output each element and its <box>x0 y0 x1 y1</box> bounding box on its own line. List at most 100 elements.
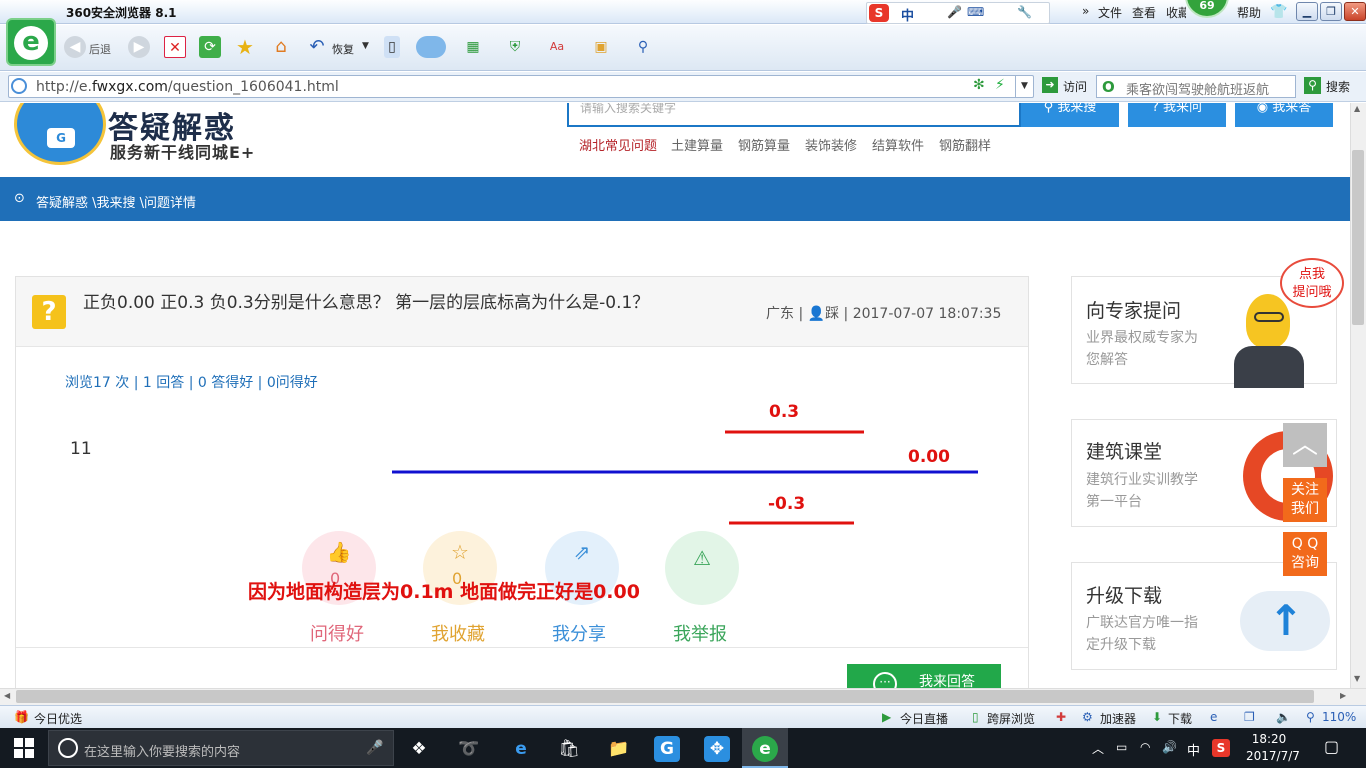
shield-icon[interactable]: ⛨ <box>504 36 526 58</box>
taskbar-clock[interactable]: 18:20 2017/7/7 <box>1246 731 1300 765</box>
zoom-level[interactable]: 110% <box>1322 710 1356 724</box>
share-label[interactable]: 我分享 <box>534 620 624 646</box>
file-explorer-icon[interactable]: 📁 <box>606 736 632 762</box>
address-dropdown-icon[interactable]: ▼ <box>1015 76 1033 97</box>
scroll-down-icon[interactable]: ▼ <box>1354 674 1360 683</box>
menu-view[interactable]: 查看 <box>1132 4 1156 21</box>
minimize-button[interactable]: ▁ <box>1296 2 1318 21</box>
site-search-placeholder[interactable]: 请输入搜索关键字 <box>580 103 676 116</box>
window-icon[interactable]: ❐ <box>1244 710 1255 724</box>
microphone-icon[interactable]: 🎤 <box>366 740 383 756</box>
360-browser-logo[interactable]: e <box>6 18 56 66</box>
cross-screen-link[interactable]: 跨屏浏览 <box>987 710 1035 727</box>
horizontal-scroll-thumb[interactable] <box>16 690 1314 703</box>
answer-nav-button[interactable]: ◉ 我来答 <box>1235 103 1333 127</box>
ask-button[interactable]: ? 我来问 <box>1128 103 1226 127</box>
scroll-right-icon[interactable]: ▶ <box>1340 691 1346 700</box>
back-icon[interactable]: ◀ <box>64 36 86 58</box>
refresh-icon[interactable]: ⟳ <box>199 36 221 58</box>
address-url[interactable]: http://e.fwxgx.com/question_1606041.html <box>36 79 339 95</box>
ask-bubble[interactable]: 点我 提问哦 <box>1280 258 1344 308</box>
scroll-up-icon[interactable]: ▲ <box>1354 104 1360 113</box>
search-icon[interactable]: ⚲ <box>1304 77 1321 94</box>
favorite-label[interactable]: 我收藏 <box>413 620 503 646</box>
menu-file[interactable]: 文件 <box>1098 4 1122 21</box>
ask-expert-title[interactable]: 向专家提问 <box>1086 296 1181 323</box>
notification-center-icon[interactable]: ▢ <box>1324 737 1339 756</box>
visit-arrow-icon[interactable]: ➜ <box>1042 77 1058 93</box>
speaker-icon[interactable]: 🔊 <box>1162 740 1177 754</box>
follow-us-button[interactable]: 关注 我们 <box>1283 478 1327 522</box>
quick-link-hubei[interactable]: 湖北常见问题 <box>579 135 657 154</box>
chevron-down-icon[interactable]: ▼ <box>362 41 369 51</box>
gift-icon[interactable]: 🎁 <box>14 710 29 724</box>
ime-toolbar[interactable]: S 中 🎤 ⌨ 🔧 <box>866 2 1050 24</box>
quick-link-civil[interactable]: 土建算量 <box>671 135 723 154</box>
swirl-app-icon[interactable]: ➰ <box>456 736 482 762</box>
cloud-icon[interactable] <box>416 36 446 58</box>
translate-icon[interactable]: Aa <box>546 36 568 58</box>
favorite-star-icon[interactable]: ★ <box>234 36 256 58</box>
qq-consult-button[interactable]: Q Q 咨询 <box>1283 532 1327 576</box>
battery-icon[interactable]: ▭ <box>1116 740 1127 754</box>
quick-link-settlement[interactable]: 结算软件 <box>872 135 924 154</box>
speed-mode-icon[interactable]: ⚡ <box>995 77 1005 93</box>
maximize-button[interactable]: ❐ <box>1320 2 1342 21</box>
ime-indicator[interactable]: 中 <box>1187 740 1200 759</box>
menu-help[interactable]: 帮助 <box>1237 4 1261 21</box>
vertical-scroll-thumb[interactable] <box>1352 150 1364 325</box>
microphone-icon[interactable]: 🎤 <box>947 5 962 19</box>
scroll-left-icon[interactable]: ◀ <box>4 691 10 700</box>
apps-icon[interactable]: ▦ <box>462 36 484 58</box>
download-link[interactable]: 下载 <box>1168 710 1192 727</box>
magnifier-icon[interactable]: ⚲ <box>632 36 654 58</box>
close-button[interactable]: ✕ <box>1344 2 1366 21</box>
visit-button[interactable]: 访问 <box>1063 78 1087 95</box>
taskbar-search-placeholder[interactable]: 在这里输入你要搜索的内容 <box>84 741 240 760</box>
live-link[interactable]: 今日直播 <box>900 710 948 727</box>
keyboard-icon[interactable]: ⌨ <box>967 5 984 19</box>
quick-link-rebar-layout[interactable]: 钢筋翻样 <box>939 135 991 154</box>
accelerator-icon[interactable]: ⚙ <box>1082 710 1093 724</box>
accelerator-link[interactable]: 加速器 <box>1100 710 1136 727</box>
wrench-icon[interactable]: 🔧 <box>1017 5 1032 19</box>
forward-icon[interactable]: ▶ <box>128 36 150 58</box>
stop-icon[interactable]: ✕ <box>164 36 186 58</box>
zoom-icon[interactable]: ⚲ <box>1306 710 1315 724</box>
back-to-top-button[interactable]: ︿ <box>1283 423 1327 467</box>
course-title[interactable]: 建筑课堂 <box>1086 437 1162 464</box>
screenshot-icon[interactable]: ▣ <box>590 36 612 58</box>
360-browser-task-icon[interactable]: e <box>752 736 778 762</box>
sogou-icon[interactable]: S <box>869 4 889 22</box>
live-icon[interactable]: ▶ <box>882 710 891 724</box>
mobile-icon[interactable]: ▯ <box>384 36 400 58</box>
like-question-label[interactable]: 问得好 <box>292 620 382 646</box>
answer-button[interactable]: ··· 我来回答 <box>847 664 1001 688</box>
search-engine-icon[interactable]: O <box>1102 78 1115 96</box>
menu-chevron-icon[interactable]: » <box>1082 4 1089 18</box>
restore-icon[interactable]: ↶ <box>306 36 328 58</box>
teamviewer-icon[interactable]: ✥ <box>704 736 730 762</box>
back-label[interactable]: 后退 <box>89 41 111 57</box>
ie-icon[interactable]: e <box>1210 710 1217 724</box>
breadcrumb[interactable]: 答疑解惑 \我来搜 \问题详情 <box>36 192 196 211</box>
tray-chevron-icon[interactable]: ︿ <box>1092 740 1104 757</box>
volume-icon[interactable]: 🔈 <box>1276 710 1291 724</box>
glodon-app-icon[interactable]: G <box>654 736 680 762</box>
restore-label[interactable]: 恢复 <box>332 41 354 57</box>
menu-favorites[interactable]: 收藏 <box>1166 4 1186 21</box>
search-button[interactable]: ⚲ 我来搜 <box>1021 103 1119 127</box>
home-icon[interactable]: ⌂ <box>270 36 292 58</box>
ime-mode-label[interactable]: 中 <box>901 5 914 24</box>
plugin-icon[interactable]: ✚ <box>1056 710 1066 724</box>
store-icon[interactable]: 🛍 <box>556 736 582 762</box>
download-title[interactable]: 升级下载 <box>1086 581 1162 608</box>
daily-picks-link[interactable]: 今日优选 <box>34 710 82 727</box>
question-user[interactable]: 踩 <box>825 306 839 322</box>
browser-search-button[interactable]: 搜索 <box>1326 78 1350 95</box>
cross-screen-icon[interactable]: ▯ <box>972 710 979 724</box>
browser-search-placeholder[interactable]: 乘客欲闯驾驶舱航班返航 <box>1126 79 1294 98</box>
skin-icon[interactable]: 👕 <box>1270 4 1287 20</box>
cortana-icon[interactable] <box>58 738 78 758</box>
task-view-icon[interactable]: ❖ <box>406 736 432 762</box>
